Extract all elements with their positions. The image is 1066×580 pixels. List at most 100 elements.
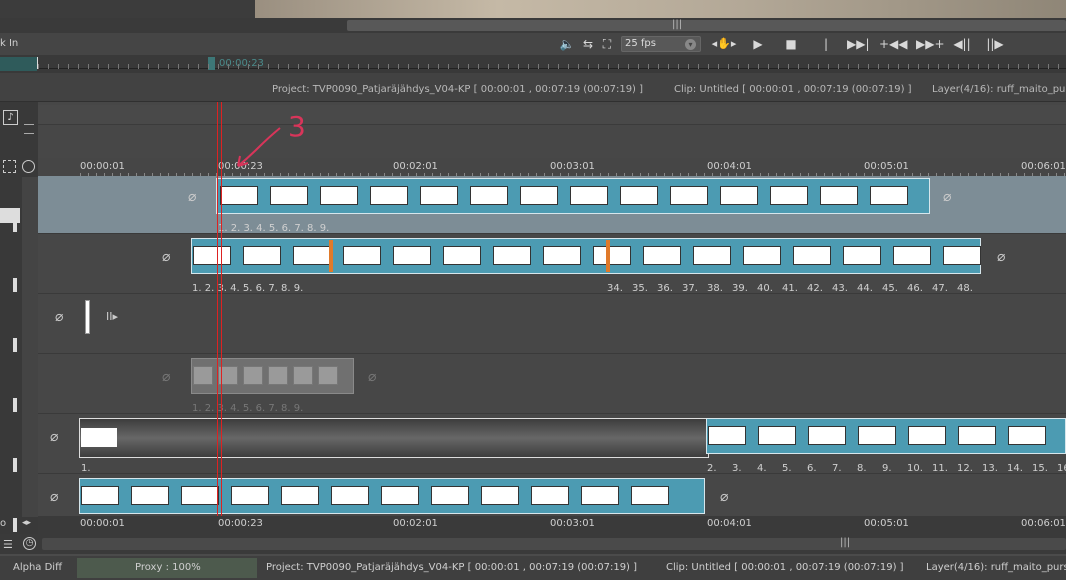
layer-track-1[interactable]: ⌀ ⌀ 1. 2. 3. 4. 5. 6. 7. 8. 9. [38,176,1066,234]
layer-1-thumb[interactable] [0,208,20,223]
frame-cell[interactable] [393,246,431,265]
layer-track-3[interactable]: ⌀ II▸ [38,296,1066,354]
alpha-mode[interactable]: Alpha Diff [13,562,62,573]
frame-cell[interactable] [543,246,581,265]
frame-cell[interactable] [193,246,231,265]
frame-cell[interactable] [593,246,631,265]
frame-cell[interactable] [331,486,369,505]
frame-cell[interactable] [720,186,758,205]
layer-1-opacity[interactable] [13,218,17,232]
frame-cell[interactable] [243,366,263,385]
frame-cell[interactable] [493,246,531,265]
frame-cell[interactable] [131,486,169,505]
frame-cell[interactable] [1008,426,1046,445]
hold-icon[interactable]: II▸ [106,310,118,323]
frame-cell[interactable] [220,186,258,205]
panel-scroll[interactable] [22,177,38,517]
frame-cell[interactable] [570,186,608,205]
frame-cell[interactable] [443,246,481,265]
go-to-end-icon[interactable]: ▶▶| [847,35,870,53]
frame-cell[interactable] [943,246,981,265]
layer-6-opacity[interactable] [13,518,17,532]
frame-cell[interactable] [743,246,781,265]
frame-cell[interactable] [370,186,408,205]
frame-cell[interactable] [431,486,469,505]
exposure-block[interactable] [216,178,930,214]
clock-icon[interactable]: ◷ [23,537,36,550]
frame-cell[interactable] [893,246,931,265]
stop-icon[interactable]: ■ [783,35,799,53]
frame-cell[interactable] [420,186,458,205]
viewer-scrollbar[interactable]: ||| [0,18,1066,33]
menu-icon[interactable]: ☰ [3,538,13,551]
frame-cell[interactable] [643,246,681,265]
frame-cell[interactable] [620,186,658,205]
frame-cell[interactable] [708,426,746,445]
frame-cell[interactable] [793,246,831,265]
zoom-icon[interactable] [22,160,35,173]
frame-cell[interactable] [243,246,281,265]
frame-cell[interactable] [343,246,381,265]
frame-cell[interactable] [670,186,708,205]
next-key-icon[interactable]: ▶▶+ [916,35,945,53]
resize-icon[interactable]: ◂▸ [22,518,31,528]
select-frames-icon[interactable] [3,160,16,173]
loop-icon[interactable]: ⇆ [580,35,596,53]
frame-cell[interactable] [820,186,858,205]
frame-cell[interactable] [293,246,331,265]
frame-cell[interactable] [958,426,996,445]
keyframe-marker[interactable] [606,240,610,272]
frame-cell[interactable] [470,186,508,205]
frame-cell[interactable] [231,486,269,505]
panel-grip-icon[interactable] [24,124,34,134]
proxy-indicator[interactable]: Proxy : 100% [77,558,257,578]
frame-cell[interactable] [770,186,808,205]
exposure-block[interactable] [191,238,981,274]
frame-cell[interactable] [318,366,338,385]
previous-frame-icon[interactable]: ◀|| [952,35,972,53]
next-frame-icon[interactable]: ||▶ [985,35,1005,53]
frame-cell[interactable] [808,426,846,445]
exposure-block[interactable] [706,418,1066,454]
frame-cell[interactable] [520,186,558,205]
scrollbar-thumb[interactable] [347,20,1066,31]
keyframe-marker[interactable] [329,240,333,272]
frame-cell[interactable] [858,426,896,445]
playhead-line[interactable] [217,102,218,534]
volume-icon[interactable]: 🔈 [559,35,575,53]
frame-cell[interactable] [531,486,569,505]
frame-cell[interactable] [293,366,313,385]
frame-cell[interactable] [381,486,419,505]
playhead-line[interactable] [221,102,222,534]
hand-tool-icon[interactable]: ◂✋▸ [709,35,739,53]
layer-2-opacity[interactable] [13,278,17,292]
sound-track[interactable] [38,105,1066,125]
timeline-ruler[interactable]: 00:00:01 00:00:23 00:02:01 00:03:01 00:0… [38,158,1066,176]
frame-cell[interactable] [181,486,219,505]
frame-cell[interactable] [281,486,319,505]
layer-track-2[interactable]: ⌀ ⌀ 1. 2. 3. 4. 5. 6. 7. 8. 9. 34. 35. 36.… [38,236,1066,294]
go-to-start-icon[interactable]: |◀◀ [815,35,837,69]
frame-cell[interactable] [81,486,119,505]
fps-select[interactable]: 25 fps ▾ [621,36,701,52]
frame-cell[interactable] [693,246,731,265]
layer-track-5[interactable]: ⌀ 1. 2. 3. 4. 5. 6. 7. 8. 9. 10. 11. 12. 13. 14. 15. 1… [38,416,1066,474]
sound-layer-icon[interactable]: ♪ [3,110,18,125]
bottom-ruler[interactable]: 00:00:01 00:00:23 00:02:01 00:03:01 00:0… [38,516,1066,534]
play-icon[interactable]: ▶ [750,35,766,53]
layer-3-opacity[interactable] [13,338,17,352]
frame-cell[interactable] [843,246,881,265]
frame-cell[interactable] [268,366,288,385]
layer-4-opacity[interactable] [13,398,17,412]
layer-track-4[interactable]: ⌀ ⌀ 1. 2. 3. 4. 5. 6. 7. 8. 9. [38,356,1066,414]
exposure-block[interactable] [79,478,705,514]
timeline-scrollbar[interactable]: ☰ ◷ ||| [0,534,1066,554]
mini-ruler[interactable]: 00:00:23 [0,55,1066,73]
fullscreen-icon[interactable]: ⛶ [599,35,615,53]
previous-key-icon[interactable]: +◀◀ [879,35,908,53]
frame-cell[interactable] [870,186,908,205]
frame-cell[interactable] [193,366,213,385]
frame-cell[interactable] [758,426,796,445]
single-frame-cell[interactable] [85,300,90,334]
layer-5-opacity[interactable] [13,458,17,472]
